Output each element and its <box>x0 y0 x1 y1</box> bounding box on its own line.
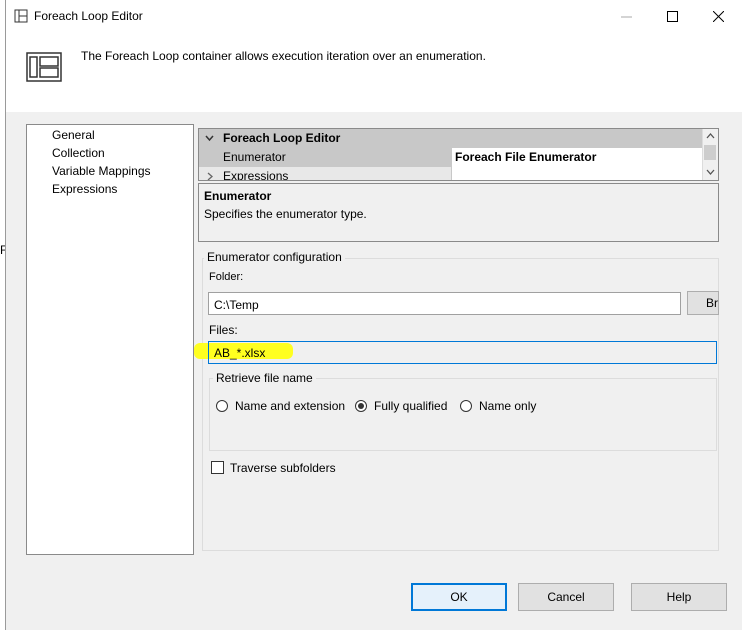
radio-label-name-only[interactable]: Name only <box>479 399 536 413</box>
nav-item-collection[interactable]: Collection <box>52 146 105 160</box>
help-button[interactable]: Help <box>631 583 727 611</box>
scroll-up-icon[interactable] <box>706 133 715 139</box>
folder-label: Folder: <box>209 271 244 283</box>
dialog-header: The Foreach Loop container allows execut… <box>6 32 742 112</box>
cancel-button[interactable]: Cancel <box>518 583 614 611</box>
foreach-container-icon <box>14 9 28 23</box>
foreach-loop-editor-window: Foreach Loop Editor The Foreach Loop con… <box>5 0 742 630</box>
title-bar: Foreach Loop Editor <box>6 0 742 32</box>
property-row-enumerator[interactable]: Enumerator <box>199 148 451 167</box>
scroll-down-icon[interactable] <box>706 169 715 175</box>
close-icon <box>712 10 724 22</box>
radio-label-name-and-extension[interactable]: Name and extension <box>235 399 345 413</box>
nav-item-general[interactable]: General <box>52 128 95 142</box>
enumerator-configuration-label: Enumerator configuration <box>204 250 345 264</box>
files-label: Files: <box>209 323 238 337</box>
radio-name-only[interactable] <box>460 400 472 412</box>
minimize-icon <box>620 16 632 17</box>
property-name-enumerator: Enumerator <box>223 150 286 164</box>
retrieve-file-name-label: Retrieve file name <box>213 371 316 385</box>
traverse-subfolders-checkbox[interactable] <box>211 461 224 474</box>
property-row-expressions[interactable]: Expressions <box>199 167 451 181</box>
maximize-icon <box>666 10 678 22</box>
radio-fully-qualified[interactable] <box>355 400 367 412</box>
traverse-subfolders-label[interactable]: Traverse subfolders <box>230 461 336 475</box>
property-grid-scrollbar[interactable] <box>702 129 718 180</box>
nav-item-expressions[interactable]: Expressions <box>52 182 117 196</box>
header-description: The Foreach Loop container allows execut… <box>81 49 486 63</box>
property-description-panel: Enumerator Specifies the enumerator type… <box>198 183 719 242</box>
radio-name-and-extension[interactable] <box>216 400 228 412</box>
nav-item-variable-mappings[interactable]: Variable Mappings <box>52 164 151 178</box>
retrieve-file-name-group <box>209 378 717 451</box>
property-category-label: Foreach Loop Editor <box>223 131 341 145</box>
property-category-row[interactable]: Foreach Loop Editor <box>199 129 704 148</box>
browse-button[interactable]: Br <box>687 291 719 315</box>
foreach-loop-icon <box>26 52 62 82</box>
folder-input[interactable]: C:\Temp <box>208 292 681 315</box>
window-title: Foreach Loop Editor <box>34 9 143 23</box>
maximize-button[interactable] <box>649 0 695 32</box>
description-text: Specifies the enumerator type. <box>204 207 367 221</box>
page-navigation-list: General Collection Variable Mappings Exp… <box>26 124 194 555</box>
property-grid: Foreach Loop Editor Enumerator Foreach F… <box>198 128 719 181</box>
radio-selected-dot <box>358 403 364 409</box>
files-input[interactable]: AB_*.xlsx <box>208 341 717 364</box>
property-name-expressions: Expressions <box>223 169 289 181</box>
expand-chevron-icon <box>207 172 213 180</box>
close-button[interactable] <box>695 0 741 32</box>
property-value-enumerator[interactable]: Foreach File Enumerator <box>455 150 596 164</box>
grid-column-divider <box>451 148 452 180</box>
scroll-thumb[interactable] <box>704 145 716 160</box>
radio-label-fully-qualified[interactable]: Fully qualified <box>374 399 447 413</box>
description-title: Enumerator <box>204 189 272 203</box>
collapse-chevron-icon <box>205 135 214 142</box>
ok-button[interactable]: OK <box>411 583 507 611</box>
minimize-button[interactable] <box>603 0 649 32</box>
